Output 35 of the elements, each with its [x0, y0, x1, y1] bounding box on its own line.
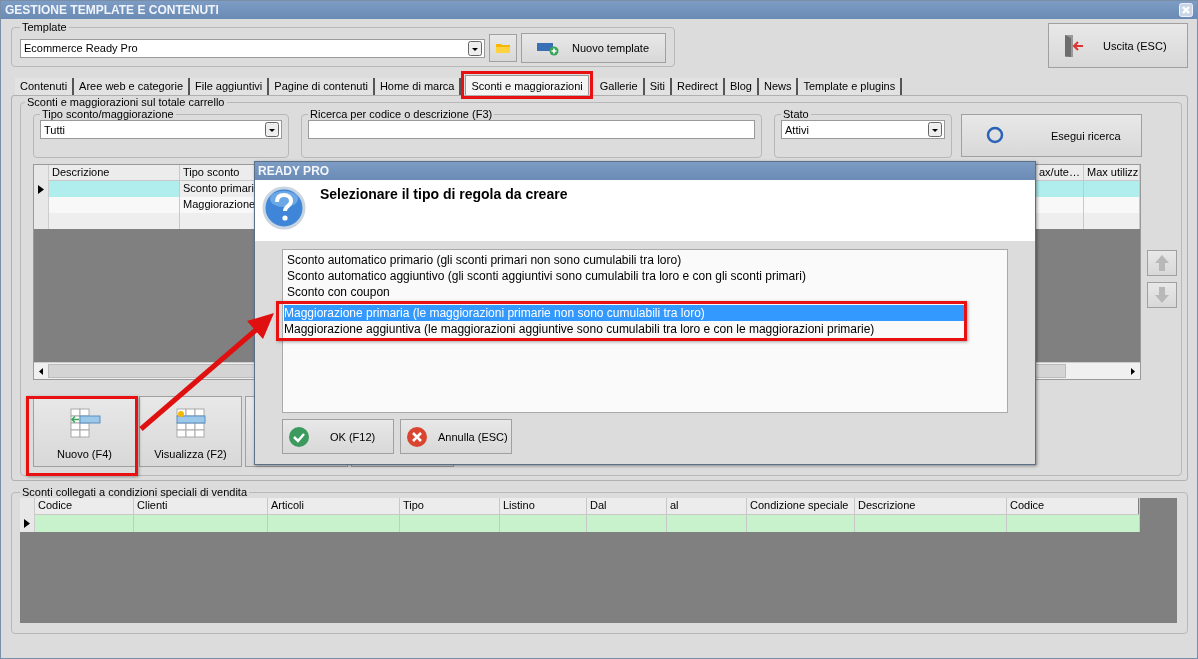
- dialog-heading: Selezionare il tipo di regola da creare: [320, 186, 568, 202]
- tab[interactable]: News: [758, 78, 799, 95]
- list-item[interactable]: Sconto automatico primario (gli sconti primari non sono cumulabili tra loro): [284, 252, 1006, 268]
- field-label: Ricerca per codice o descrizione (F3): [309, 108, 494, 120]
- list-item[interactable]: Maggiorazione aggiuntiva (le maggiorazioni aggiuntive sono cumulabili tra loro e con le maggiorazioni primarie): [284, 321, 964, 337]
- group-label: Sconti e maggiorazioni sul totale carrello: [26, 96, 226, 108]
- search-button[interactable]: Esegui ricerca: [961, 114, 1142, 157]
- tab[interactable]: Template e plugins: [798, 78, 903, 95]
- list-item[interactable]: Sconto automatico aggiuntivo (gli sconti aggiuntivi sono cumulabili tra loro e con gli sconti primari): [284, 268, 1006, 284]
- tab[interactable]: Siti: [644, 78, 672, 95]
- tab[interactable]: Redirect: [671, 78, 725, 95]
- table-cell: Maggiorazione: [180, 197, 256, 213]
- field-label: Tipo sconto/maggiorazione: [41, 108, 175, 120]
- ok-button[interactable]: OK (F12): [282, 419, 394, 454]
- view-button[interactable]: Visualizza (F2): [139, 396, 242, 467]
- tab[interactable]: Contenuti: [15, 78, 75, 95]
- template-dropdown[interactable]: Ecommerce Ready Pro: [20, 38, 485, 58]
- tab[interactable]: Blog: [724, 78, 759, 95]
- type-dropdown[interactable]: Tutti: [40, 120, 282, 139]
- tab[interactable]: Home di marca: [374, 78, 462, 95]
- status-dropdown[interactable]: Attivi: [781, 120, 945, 139]
- group-label: Sconti collegati a condizioni speciali di vendita: [21, 486, 249, 498]
- cancel-button[interactable]: Annulla (ESC): [400, 419, 512, 454]
- window-title: GESTIONE TEMPLATE E CONTENUTI: [5, 3, 220, 17]
- new-template-button[interactable]: Nuovo template: [521, 33, 666, 63]
- tab[interactable]: Pagine di contenuti: [269, 78, 375, 95]
- exit-button[interactable]: Uscita (ESC): [1048, 23, 1188, 68]
- list-item[interactable]: Sconto con coupon: [284, 284, 1006, 300]
- group-label: Template: [21, 21, 68, 33]
- table-cell: Sconto primari: [180, 181, 256, 197]
- dialog-title: READY PRO: [258, 164, 330, 178]
- tab[interactable]: File aggiuntivi: [190, 78, 270, 95]
- field-label: Stato: [782, 108, 810, 120]
- tab[interactable]: Aree web e categorie: [74, 78, 191, 95]
- tab[interactable]: Gallerie: [594, 78, 645, 95]
